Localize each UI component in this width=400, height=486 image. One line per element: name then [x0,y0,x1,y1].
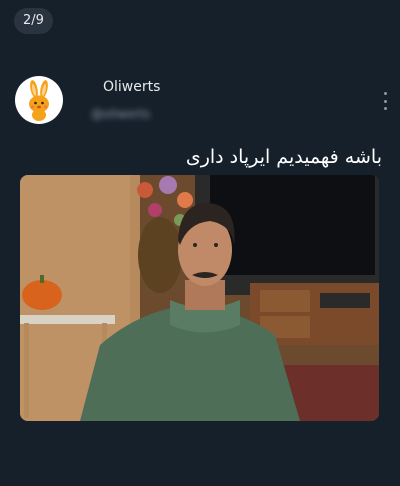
author-avatar[interactable] [15,76,63,124]
author-handle[interactable]: @oliwerts [91,107,150,121]
man-in-green-sweater-photo [20,175,379,421]
post-header: Oliwerts @oliwerts [15,76,388,126]
post-media-image[interactable] [20,175,379,421]
image-counter: 2/9 [14,8,53,34]
more-options-icon[interactable] [382,92,388,110]
author-name[interactable]: Oliwerts [103,79,160,95]
bunny-icon [29,80,49,121]
post-text: باشه فهمیدیم ایرپاد داری [185,146,382,168]
